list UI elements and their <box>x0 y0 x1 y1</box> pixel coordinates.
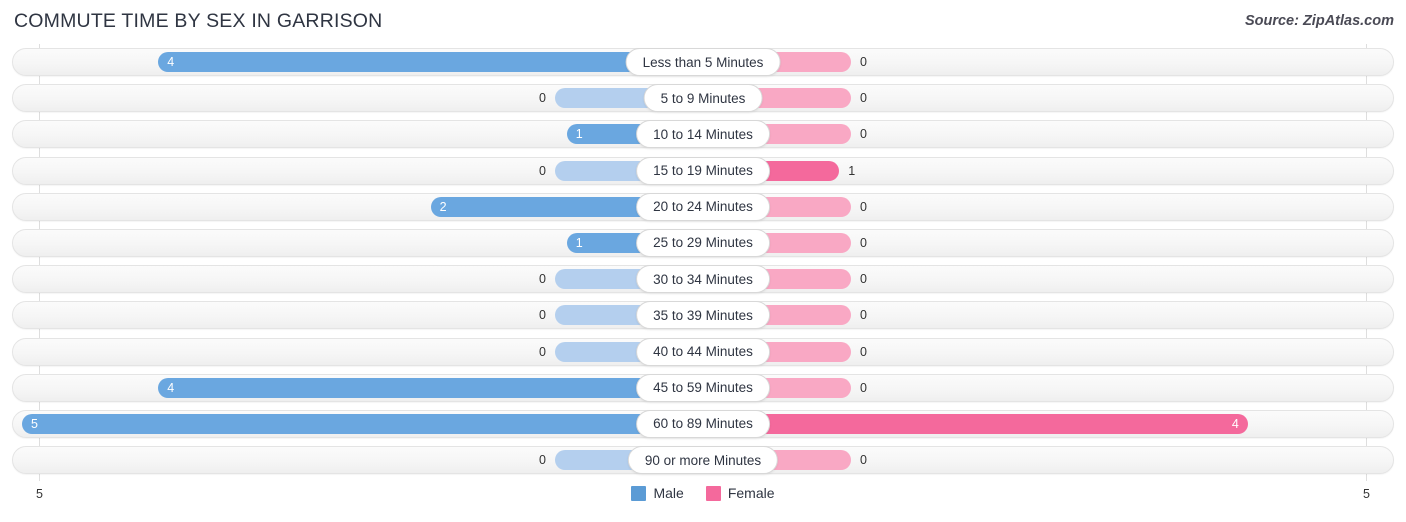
bar-row: 0 0 90 or more Minutes <box>0 442 1406 478</box>
bar-value-male: 0 <box>539 452 546 467</box>
category-label: 45 to 59 Minutes <box>636 373 770 402</box>
page-title: COMMUTE TIME BY SEX IN GARRISON <box>14 10 383 32</box>
bar-value-male: 1 <box>575 127 583 142</box>
bar-value-male: 1 <box>575 235 583 250</box>
chart-header: COMMUTE TIME BY SEX IN GARRISON Source: … <box>0 0 1406 44</box>
bar-value-male: 0 <box>539 163 546 178</box>
bar-value-female: 0 <box>860 199 867 214</box>
chart-plot-area: 4 0 Less than 5 Minutes 0 0 5 to 9 Minutes 1 0 1… <box>0 44 1406 481</box>
bar-value-male: 0 <box>539 308 546 323</box>
bar-row: 2 0 20 to 24 Minutes <box>0 189 1406 225</box>
bar-value-male: 2 <box>439 199 447 214</box>
bar-row: 5 4 60 to 89 Minutes <box>0 406 1406 442</box>
category-label: 5 to 9 Minutes <box>643 84 763 113</box>
category-label: 20 to 24 Minutes <box>636 192 770 221</box>
bar-row: 4 0 45 to 59 Minutes <box>0 370 1406 406</box>
legend-swatch-male-icon <box>631 485 647 501</box>
legend-swatch-female-icon <box>705 485 721 501</box>
bar-male[interactable]: 4 <box>158 377 703 398</box>
bar-value-male: 5 <box>31 416 38 431</box>
bar-value-male: 0 <box>539 344 546 359</box>
bar-row: 0 0 35 to 39 Minutes <box>0 297 1406 333</box>
bar-value-female: 0 <box>860 452 867 467</box>
chart-page: COMMUTE TIME BY SEX IN GARRISON Source: … <box>0 0 1406 522</box>
bar-row: 1 0 25 to 29 Minutes <box>0 225 1406 261</box>
category-label: 90 or more Minutes <box>627 446 779 475</box>
bar-row: 1 0 10 to 14 Minutes <box>0 116 1406 152</box>
category-label: 40 to 44 Minutes <box>636 337 770 366</box>
bar-value-female: 0 <box>860 344 867 359</box>
category-label: 30 to 34 Minutes <box>636 265 770 294</box>
category-label: 15 to 19 Minutes <box>636 156 770 185</box>
bar-row: 0 0 40 to 44 Minutes <box>0 334 1406 370</box>
bar-female[interactable]: 4 <box>703 413 1248 434</box>
chart-footer: 5 5 Male Female <box>0 481 1406 522</box>
bar-value-female: 4 <box>1231 416 1239 431</box>
bar-value-female: 0 <box>860 235 867 250</box>
bar-rows-container: 4 0 Less than 5 Minutes 0 0 5 to 9 Minutes 1 0 1… <box>0 44 1406 478</box>
bar-value-female: 0 <box>860 91 867 106</box>
bar-value-male: 0 <box>539 91 546 106</box>
bar-value-male: 4 <box>167 380 175 395</box>
bar-row: 0 1 15 to 19 Minutes <box>0 153 1406 189</box>
bar-value-female: 1 <box>848 163 856 178</box>
bar-value-female: 0 <box>860 380 867 395</box>
category-label: 25 to 29 Minutes <box>636 228 770 257</box>
legend-label-male: Male <box>653 485 684 501</box>
category-label: Less than 5 Minutes <box>625 48 781 76</box>
bar-value-female: 0 <box>860 308 867 323</box>
bar-value-female: 0 <box>860 54 867 69</box>
category-label: 10 to 14 Minutes <box>636 120 770 149</box>
legend-item-male[interactable]: Male <box>631 485 684 501</box>
legend-item-female[interactable]: Female <box>705 485 775 501</box>
bar-row: 0 0 5 to 9 Minutes <box>0 80 1406 116</box>
legend-label-female: Female <box>727 485 775 501</box>
category-label: 35 to 39 Minutes <box>636 301 770 330</box>
bar-row: 0 0 30 to 34 Minutes <box>0 261 1406 297</box>
bar-value-female: 0 <box>860 127 867 142</box>
bar-row: 4 0 Less than 5 Minutes <box>0 44 1406 80</box>
category-label: 60 to 89 Minutes <box>636 409 770 438</box>
bar-male[interactable]: 4 <box>158 52 703 72</box>
source-attribution: Source: ZipAtlas.com <box>1244 13 1394 29</box>
bar-value-male: 4 <box>167 54 175 69</box>
chart-legend: Male Female <box>0 485 1406 501</box>
bar-value-male: 0 <box>539 271 546 286</box>
bar-male[interactable]: 5 <box>22 413 703 434</box>
bar-value-female: 0 <box>860 271 867 286</box>
